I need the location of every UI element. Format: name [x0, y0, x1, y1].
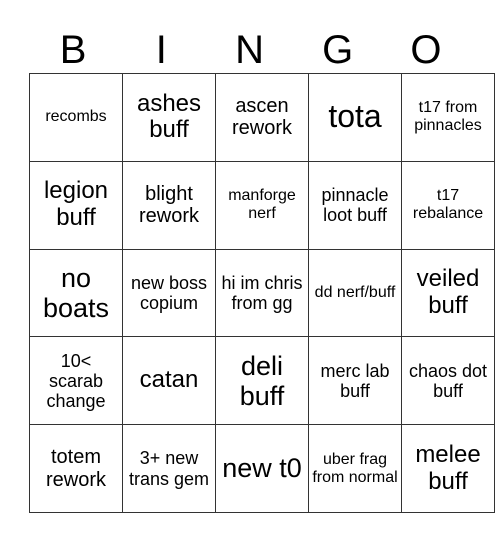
bingo-cell[interactable]: veiled buff — [401, 248, 495, 338]
header-letter-g: G — [322, 28, 354, 72]
bingo-cell[interactable]: recombs — [29, 73, 123, 162]
bingo-cell[interactable]: new t0 — [215, 424, 309, 513]
bingo-cell[interactable]: blight rework — [122, 160, 216, 250]
bingo-cell[interactable]: pinnacle loot buff — [308, 160, 402, 250]
bingo-row: 10< scarab change catan deli buff merc l… — [29, 336, 495, 426]
bingo-cell[interactable]: chaos dot buff — [401, 336, 495, 426]
bingo-row: no boats new boss copium hi im chris fro… — [29, 248, 495, 338]
bingo-cell[interactable]: ashes buff — [122, 73, 216, 162]
header-letter-n: N — [235, 28, 264, 72]
bingo-cell[interactable]: t17 rebalance — [401, 160, 495, 250]
bingo-cell[interactable]: uber frag from normal — [308, 424, 402, 513]
bingo-cell[interactable]: new boss copium — [122, 248, 216, 338]
bingo-cell[interactable]: 3+ new trans gem — [122, 424, 216, 513]
bingo-row: totem rework 3+ new trans gem new t0 ube… — [29, 424, 495, 513]
bingo-cell[interactable]: merc lab buff — [308, 336, 402, 426]
bingo-cell[interactable]: legion buff — [29, 160, 123, 250]
bingo-cell[interactable]: manforge nerf — [215, 160, 309, 250]
bingo-row: legion buff blight rework manforge nerf … — [29, 160, 495, 250]
header-letter-i: I — [155, 28, 167, 72]
bingo-header: B I N G O — [29, 28, 470, 72]
bingo-cell[interactable]: dd nerf/buff — [308, 248, 402, 338]
bingo-cell[interactable]: melee buff — [401, 424, 495, 513]
bingo-cell[interactable]: t17 from pinnacles — [401, 73, 495, 162]
bingo-row: recombs ashes buff ascen rework tota t17… — [29, 73, 495, 162]
bingo-cell[interactable]: 10< scarab change — [29, 336, 123, 426]
bingo-card: recombs ashes buff ascen rework tota t17… — [29, 73, 495, 513]
bingo-cell[interactable]: ascen rework — [215, 73, 309, 162]
header-letter-b: B — [59, 28, 87, 72]
header-letter-o: O — [410, 28, 442, 72]
bingo-cell[interactable]: hi im chris from gg — [215, 248, 309, 338]
bingo-cell[interactable]: totem rework — [29, 424, 123, 513]
bingo-cell[interactable]: deli buff — [215, 336, 309, 426]
bingo-cell[interactable]: catan — [122, 336, 216, 426]
bingo-cell[interactable]: no boats — [29, 248, 123, 338]
bingo-cell[interactable]: tota — [308, 73, 402, 162]
